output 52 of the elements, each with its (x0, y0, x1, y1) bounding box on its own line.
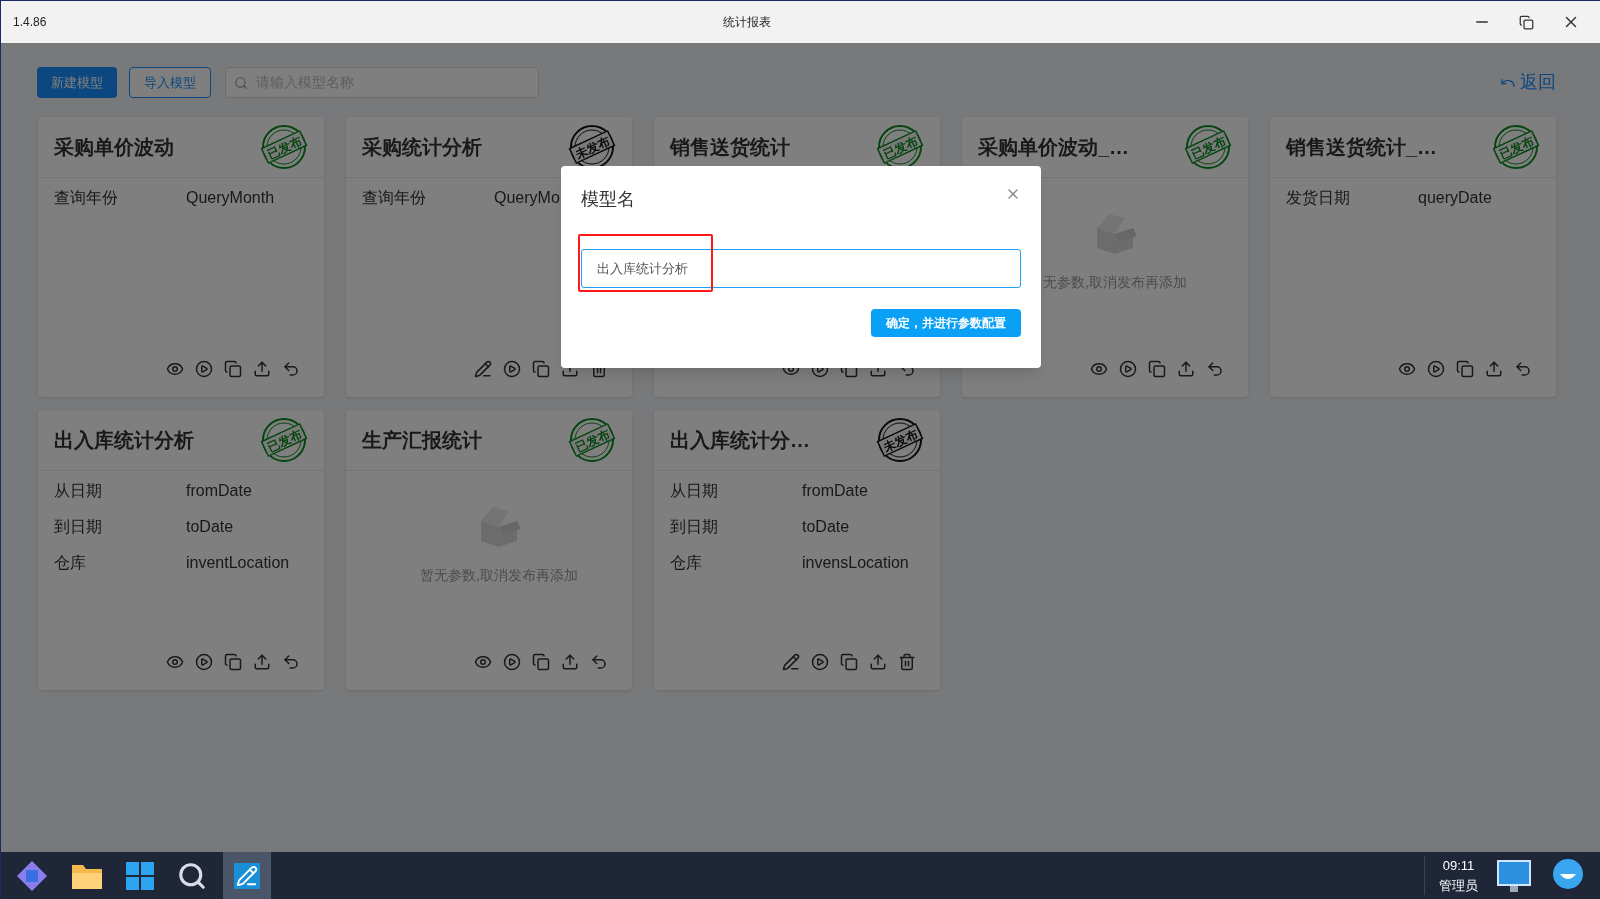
param-value: inventLocation (186, 553, 290, 573)
param-value: toDate (186, 517, 234, 537)
version-text: 1.4.86 (13, 14, 47, 31)
param-value: fromDate (802, 481, 868, 501)
restore-icon[interactable] (1519, 14, 1534, 30)
stamp-icon: 已发布 (568, 416, 616, 464)
param-value: QueryMonth (186, 188, 275, 208)
search-icon[interactable] (177, 860, 207, 891)
card-title: 销售送货统计 (670, 135, 790, 160)
param-label: 仓库 (54, 553, 87, 573)
card-title: 销售送货统计_… (1286, 135, 1438, 160)
stamp-icon: 未发布 (876, 416, 924, 464)
param-value: queryDate (1418, 188, 1492, 208)
stamp-icon: 已发布 (1492, 123, 1540, 171)
import-model-button[interactable]: 导入模型 (129, 67, 211, 98)
param-label: 发货日期 (1286, 188, 1351, 208)
card-title: 采购单价波动 (54, 135, 174, 160)
confirm-button[interactable]: 确定，并进行参数配置 (871, 309, 1021, 337)
stamp-icon: 已发布 (1184, 123, 1232, 171)
param-label: 查询年份 (362, 188, 427, 208)
param-label: 到日期 (54, 517, 103, 537)
back-link[interactable]: 返回 (1500, 69, 1556, 96)
edit-icon[interactable] (474, 360, 492, 378)
param-label: 从日期 (54, 481, 103, 501)
card-title: 生产汇报统计 (362, 428, 482, 453)
stamp-icon: 已发布 (260, 123, 308, 171)
param-value: invensLocation (802, 553, 909, 573)
clock-time: 09:11 (1442, 857, 1475, 875)
card-title: 出入库统计分析 (54, 428, 194, 453)
search-icon (234, 75, 248, 90)
param-label: 到日期 (670, 517, 719, 537)
model-name-input[interactable]: 出入库统计分析 (581, 249, 1021, 288)
design-app-icon[interactable] (223, 852, 271, 899)
monitor-icon[interactable] (1496, 858, 1532, 893)
param-value: fromDate (186, 481, 252, 501)
back-text[interactable]: 返回 (1520, 69, 1556, 96)
new-model-button[interactable]: 新建模型 (37, 67, 117, 98)
window-title: 统计报表 (723, 14, 771, 31)
stamp-icon: 已发布 (260, 416, 308, 464)
card-title: 采购单价波动_… (978, 135, 1130, 160)
app-logo-icon[interactable] (15, 858, 49, 893)
param-value: QueryMo (494, 188, 560, 208)
param-label: 查询年份 (54, 188, 119, 208)
param-label: 仓库 (670, 553, 703, 573)
card-title: 采购统计分析 (362, 135, 482, 160)
user-name: 管理员 (1439, 876, 1478, 895)
start-menu-icon[interactable] (125, 860, 155, 891)
param-label: 从日期 (670, 481, 719, 501)
param-value: toDate (802, 517, 850, 537)
card-title: 出入库统计分… (670, 428, 810, 453)
edit-icon[interactable] (782, 653, 800, 671)
dialog-title: 模型名 (581, 188, 635, 211)
